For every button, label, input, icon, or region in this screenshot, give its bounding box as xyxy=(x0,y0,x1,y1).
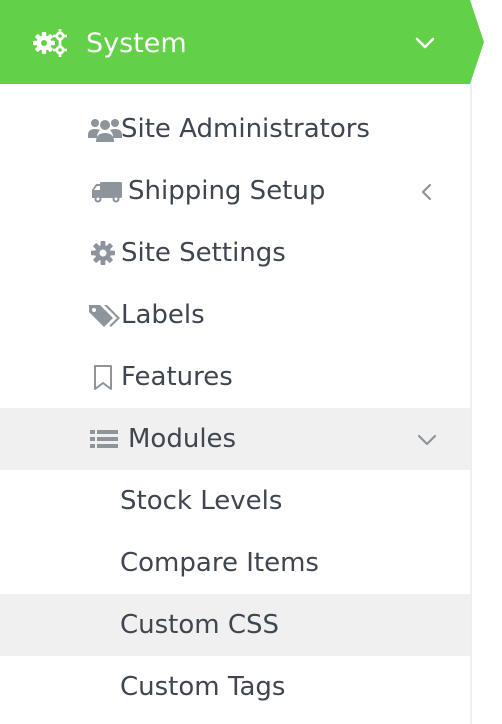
system-menu-title: System xyxy=(86,28,187,59)
chevron-left-icon[interactable] xyxy=(418,182,436,202)
gears-icon xyxy=(32,28,72,58)
submenu-item-custom-css[interactable]: Custom CSS xyxy=(0,594,470,656)
sidebar-divider xyxy=(470,0,472,724)
truck-icon xyxy=(90,178,124,206)
menu-item-shipping-setup[interactable]: Shipping Setup xyxy=(0,160,470,222)
system-submenu: Site Administrators Shipping Setup Site … xyxy=(0,98,470,718)
active-menu-arrow xyxy=(470,0,484,84)
menu-item-label: Modules xyxy=(128,424,237,454)
gear-icon xyxy=(91,240,125,268)
menu-item-label: Labels xyxy=(121,300,205,330)
menu-item-labels[interactable]: Labels xyxy=(0,284,470,346)
submenu-item-label: Custom CSS xyxy=(120,610,280,640)
menu-item-label: Features xyxy=(121,362,233,392)
chevron-down-icon[interactable] xyxy=(416,430,437,450)
submenu-item-stock-levels[interactable]: Stock Levels xyxy=(0,470,470,532)
chevron-down-icon[interactable] xyxy=(414,34,436,52)
menu-item-label: Shipping Setup xyxy=(128,176,326,206)
menu-item-site-administrators[interactable]: Site Administrators xyxy=(0,98,470,160)
submenu-item-label: Custom Tags xyxy=(120,672,286,702)
menu-item-features[interactable]: Features xyxy=(0,346,470,408)
menu-item-modules[interactable]: Modules xyxy=(0,408,470,470)
submenu-item-compare-items[interactable]: Compare Items xyxy=(0,532,470,594)
list-icon xyxy=(90,426,124,454)
menu-item-label: Site Administrators xyxy=(121,114,370,144)
system-menu-header[interactable]: System xyxy=(0,0,470,84)
sidebar-menu: System Site Administrators Shipping Setu… xyxy=(0,0,502,724)
submenu-item-label: Stock Levels xyxy=(120,486,283,516)
submenu-item-custom-tags[interactable]: Custom Tags xyxy=(0,656,470,718)
tags-icon xyxy=(88,302,122,330)
submenu-item-label: Compare Items xyxy=(120,548,319,578)
menu-item-site-settings[interactable]: Site Settings xyxy=(0,222,470,284)
menu-item-label: Site Settings xyxy=(121,238,286,268)
users-icon xyxy=(88,116,122,144)
